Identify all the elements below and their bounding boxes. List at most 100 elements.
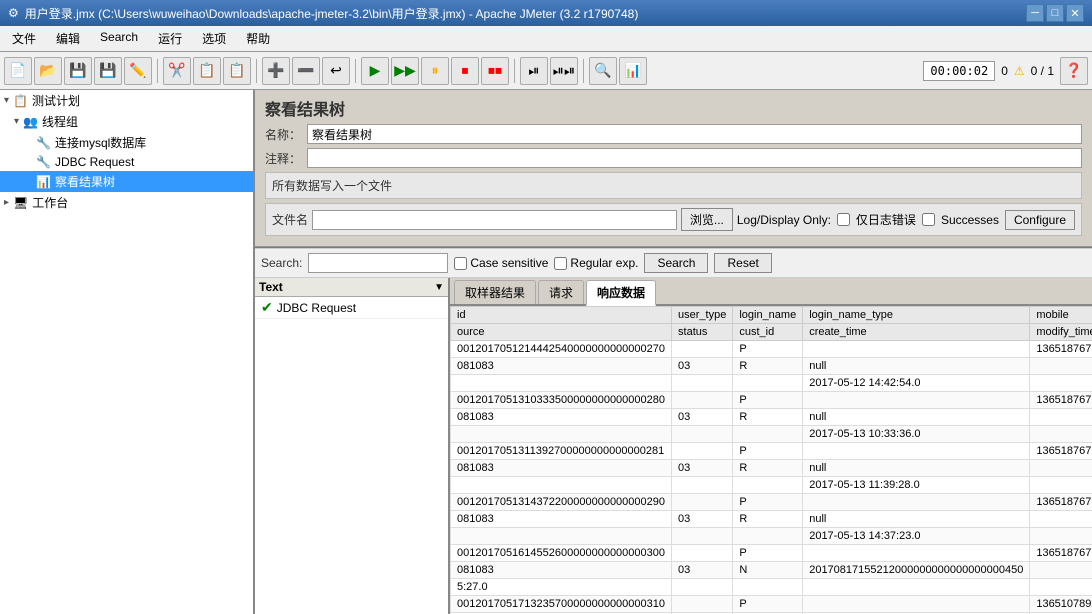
workspace-icon: 🖥: [13, 196, 28, 210]
stop-button[interactable]: ⏹: [451, 57, 479, 85]
start-no-pause-button[interactable]: ▶▶: [391, 57, 419, 85]
menu-item-选项[interactable]: 选项: [194, 28, 234, 49]
panel-header: 察看结果树 名称： 注释： 所有数据写入一个文件 文件名 浏览... Log/D…: [255, 90, 1092, 247]
expand-arrow-2: ▾: [14, 116, 19, 127]
file-input[interactable]: [312, 210, 677, 230]
file-name-row: 文件名 浏览... Log/Display Only: 仅日志错误 Succes…: [265, 203, 1082, 236]
tab-response-data[interactable]: 响应数据: [586, 280, 656, 306]
text-column-header: Text: [259, 280, 434, 294]
add-button[interactable]: ➕: [262, 57, 290, 85]
table-row: 08108303N2017081715521200000000000000000…: [451, 562, 1092, 579]
menu-item-文件[interactable]: 文件: [4, 28, 44, 49]
menu-item-帮助[interactable]: 帮助: [238, 28, 278, 49]
table-row: 2017-05-13 14:37:23.020: [451, 528, 1092, 545]
reset-search-button[interactable]: Reset: [714, 253, 771, 273]
menu-item-Search[interactable]: Search: [92, 28, 146, 49]
save-button[interactable]: 💾: [94, 57, 122, 85]
minimize-button[interactable]: ─: [1026, 4, 1044, 22]
close-button[interactable]: ✕: [1066, 4, 1084, 22]
regex-checkbox[interactable]: [554, 257, 567, 270]
table-cell: 081083: [451, 562, 672, 579]
table-row: 0012017051311392700000000000000281P13651…: [451, 443, 1092, 460]
copy-button[interactable]: 📋: [193, 57, 221, 85]
column-sort-arrow[interactable]: ▼: [434, 282, 444, 293]
chart-button[interactable]: 📊: [619, 57, 647, 85]
table-row: 08108303Rnull: [451, 460, 1092, 477]
case-sensitive-label: Case sensitive: [454, 256, 548, 270]
table-cell: 13651876761: [1030, 392, 1092, 409]
sidebar-item-thread-group[interactable]: ▾ 👥 线程组: [0, 111, 253, 132]
browse-button[interactable]: 浏览...: [681, 208, 733, 231]
tab-request[interactable]: 请求: [538, 280, 584, 304]
comment-input[interactable]: [307, 148, 1082, 168]
sidebar-item-label: 测试计划: [32, 92, 80, 109]
table-cell: [803, 443, 1030, 460]
tab-sampler-results[interactable]: 取样器结果: [454, 280, 536, 304]
successes-label: Successes: [941, 213, 999, 227]
table-cell: [733, 375, 803, 392]
new-button[interactable]: 📄: [4, 57, 32, 85]
edit-button[interactable]: ✏️: [124, 57, 152, 85]
search-input[interactable]: [308, 253, 448, 273]
table-cell: [1030, 460, 1092, 477]
results-list-header: Text ▼: [255, 278, 448, 297]
successes-checkbox[interactable]: [922, 213, 935, 226]
table-cell: P: [733, 545, 803, 562]
table-cell: [451, 426, 672, 443]
maximize-button[interactable]: □: [1046, 4, 1064, 22]
sidebar-item-mysql[interactable]: 🔧 连接mysql数据库: [0, 132, 253, 153]
remove-button[interactable]: ➖: [292, 57, 320, 85]
remote-start-button[interactable]: ⏯: [520, 57, 548, 85]
open-button[interactable]: 📂: [34, 57, 62, 85]
sidebar-item-label-6: 工作台: [32, 194, 68, 211]
reset-button[interactable]: ↩: [322, 57, 350, 85]
window-title: 用户登录.jmx (C:\Users\wuweihao\Downloads\ap…: [25, 5, 639, 22]
table-cell: 13651876768: [1030, 545, 1092, 562]
sidebar-item-label-3: 连接mysql数据库: [55, 134, 146, 151]
table-cell: R: [733, 511, 803, 528]
thread-group-icon: 👥: [23, 115, 38, 129]
paste-button[interactable]: 📋: [223, 57, 251, 85]
sidebar-item-test-plan[interactable]: ▾ 📋 测试计划: [0, 90, 253, 111]
menu-item-编辑[interactable]: 编辑: [48, 28, 88, 49]
start-button[interactable]: ▶: [361, 57, 389, 85]
pause-button[interactable]: ⏸: [421, 57, 449, 85]
sidebar-item-results-tree[interactable]: 📊 察看结果树: [0, 171, 253, 192]
table-cell: 2017-05-12 14:42:54.0: [803, 375, 1030, 392]
table-row: 08108303Rnull: [451, 358, 1092, 375]
result-item-jdbc[interactable]: ✔ JDBC Request: [255, 297, 448, 319]
col-ource: ource: [451, 324, 672, 341]
sidebar-item-workspace[interactable]: ▸ 🖥 工作台: [0, 192, 253, 213]
table-cell: null: [803, 511, 1030, 528]
regex-label: Regular exp.: [554, 256, 638, 270]
errors-only-checkbox[interactable]: [837, 213, 850, 226]
cut-button[interactable]: ✂️: [163, 57, 191, 85]
sidebar: ▾ 📋 测试计划 ▾ 👥 线程组 🔧 连接mysql数据库 🔧 JDBC Req…: [0, 90, 255, 614]
table-cell: 0012017051713235700000000000000310: [451, 596, 672, 613]
sidebar-item-jdbc[interactable]: 🔧 JDBC Request: [0, 153, 253, 171]
table-cell: [803, 341, 1030, 358]
case-sensitive-checkbox[interactable]: [454, 257, 467, 270]
help-button[interactable]: ❓: [1060, 57, 1088, 85]
search-button[interactable]: Search: [644, 253, 708, 273]
table-cell: P: [733, 392, 803, 409]
remote-start-all-button[interactable]: ⏯⏯: [550, 57, 578, 85]
menu-item-运行[interactable]: 运行: [150, 28, 190, 49]
title-bar: ⚙ 用户登录.jmx (C:\Users\wuweihao\Downloads\…: [0, 0, 1092, 26]
configure-button[interactable]: Configure: [1005, 210, 1075, 230]
name-input[interactable]: [307, 124, 1082, 144]
toolbar: 📄 📂 💾 💾 ✏️ ✂️ 📋 📋 ➕ ➖ ↩ ▶ ▶▶ ⏸ ⏹ ⏹⏹ ⏯ ⏯⏯…: [0, 52, 1092, 90]
search-label: Search:: [261, 256, 302, 270]
table-cell: [1030, 375, 1092, 392]
search-row: Search: Case sensitive Regular exp. Sear…: [255, 247, 1092, 278]
toolbar-separator-3: [355, 59, 356, 83]
table-cell: [451, 375, 672, 392]
col-user-type: user_type: [672, 307, 733, 324]
table-row: 0012017051713235700000000000000310P13651…: [451, 596, 1092, 613]
magnify-button[interactable]: 🔍: [589, 57, 617, 85]
results-area: Text ▼ ✔ JDBC Request 取样器结果 请求 响应数据: [255, 278, 1092, 614]
stop-now-button[interactable]: ⏹⏹: [481, 57, 509, 85]
table-cell: [1030, 477, 1092, 494]
save-all-button[interactable]: 💾: [64, 57, 92, 85]
table-cell: R: [733, 460, 803, 477]
